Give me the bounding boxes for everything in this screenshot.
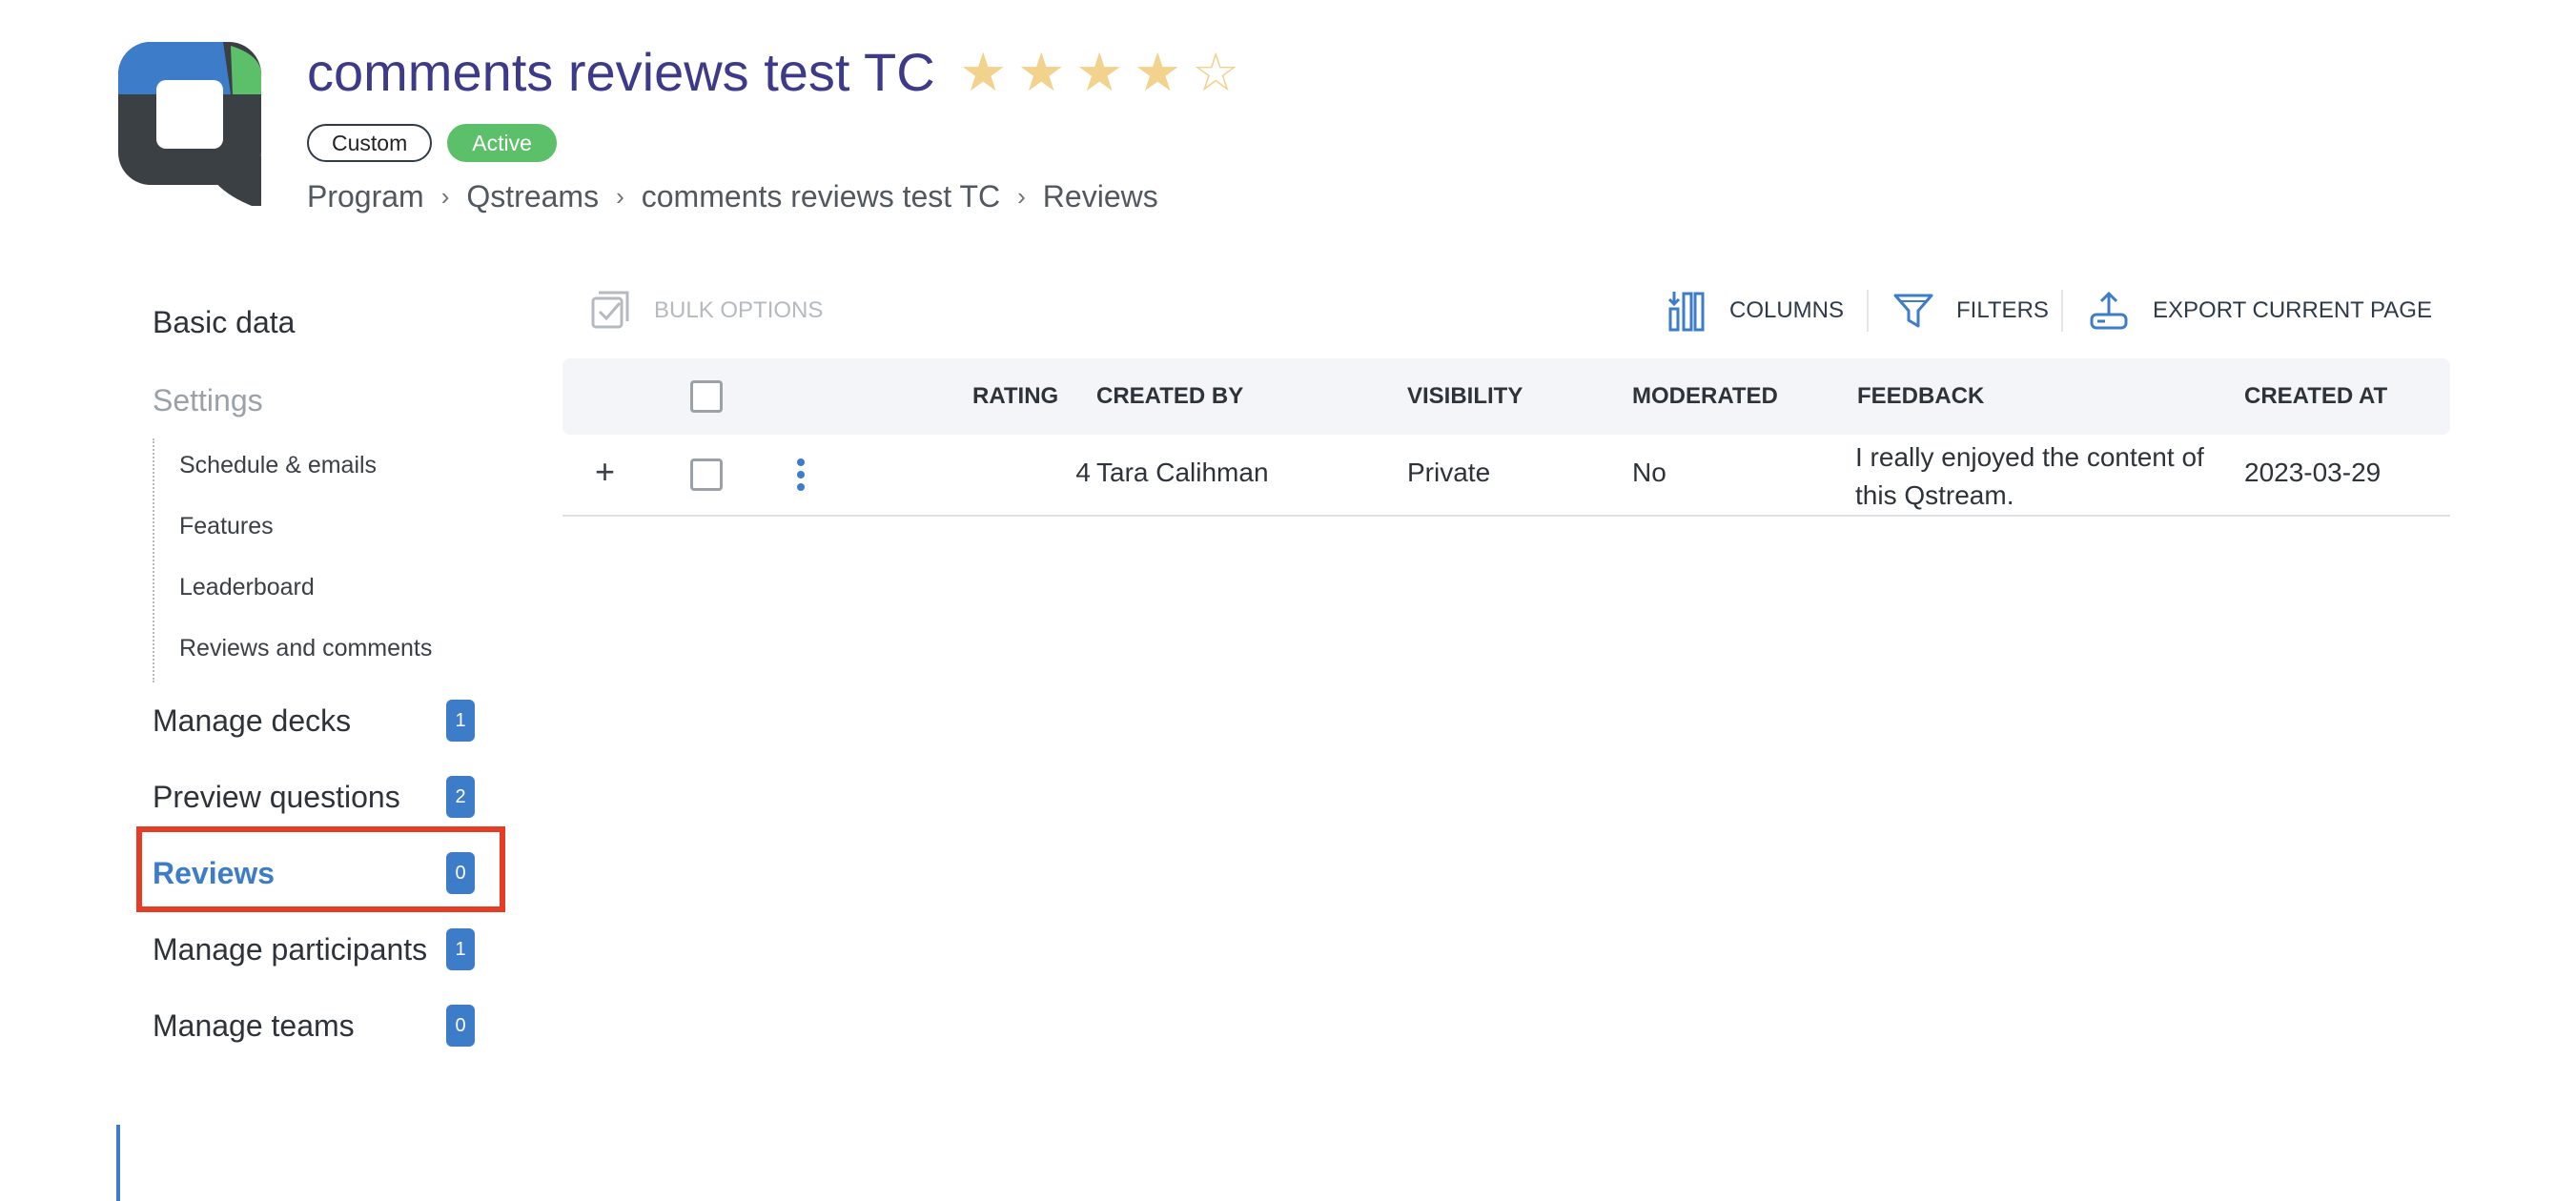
status-badges: Custom Active	[307, 124, 557, 162]
breadcrumb-qstreams[interactable]: Qstreams	[466, 179, 599, 214]
settings-submenu: Schedule & emails Features Leaderboard R…	[153, 438, 479, 682]
cell-moderated: No	[1632, 458, 1666, 487]
count-badge: 1	[446, 700, 475, 742]
toolbar-divider	[2061, 290, 2063, 332]
star-outline-icon: ☆	[1192, 42, 1240, 102]
cell-rating: 4	[1075, 458, 1091, 487]
column-header-created-by[interactable]: CREATED BY	[1096, 358, 1243, 435]
export-label: EXPORT CURRENT PAGE	[2153, 297, 2432, 323]
row-actions-icon[interactable]	[795, 458, 807, 492]
table-toolbar: BULK OPTIONS COLUMNS FILTERS EXPORT CURR…	[562, 282, 2469, 339]
sidebar-subitem-schedule-emails[interactable]: Schedule & emails	[179, 452, 377, 479]
count-badge: 1	[446, 928, 475, 970]
sidebar-subitem-features[interactable]: Features	[179, 513, 274, 540]
sidebar-subitem-leaderboard[interactable]: Leaderboard	[179, 574, 315, 601]
sidebar-item-preview-questions[interactable]: Preview questions 2	[118, 768, 480, 825]
sidebar-item-label: Preview questions	[153, 779, 400, 814]
breadcrumb-program[interactable]: Program	[307, 179, 424, 214]
select-all-checkbox[interactable]	[690, 380, 723, 413]
filters-button[interactable]: FILTERS	[1893, 282, 2049, 339]
star-icon: ★	[1017, 42, 1066, 102]
sidebar-subitem-reviews-comments[interactable]: Reviews and comments	[179, 635, 432, 662]
custom-badge: Custom	[307, 124, 433, 162]
bulk-check-icon	[591, 291, 629, 329]
sidebar-item-basic-data[interactable]: Basic data	[118, 294, 480, 351]
column-header-feedback[interactable]: FEEDBACK	[1857, 358, 1984, 435]
breadcrumb-qstream[interactable]: comments reviews test TC	[642, 179, 1000, 214]
toolbar-divider	[1867, 290, 1869, 332]
export-current-page-button[interactable]: EXPORT CURRENT PAGE	[2088, 282, 2432, 339]
breadcrumb-separator: ›	[440, 182, 450, 211]
sidebar-item-manage-participants[interactable]: Manage participants 1	[118, 921, 480, 978]
qstream-logo	[118, 42, 261, 206]
column-header-visibility[interactable]: VISIBILITY	[1407, 358, 1523, 435]
expand-row-button[interactable]: +	[595, 452, 615, 492]
breadcrumb-separator: ›	[616, 182, 624, 211]
active-indicator	[116, 1125, 120, 1201]
title-row: comments reviews test TC ★ ★ ★ ★ ☆	[307, 38, 1245, 107]
sidebar-item-manage-decks[interactable]: Manage decks 1	[118, 692, 480, 749]
rating-stars: ★ ★ ★ ★ ☆	[954, 38, 1245, 107]
page-title: comments reviews test TC	[307, 42, 935, 102]
sidebar-item-label: Manage participants	[153, 931, 428, 967]
filter-icon	[1893, 294, 1933, 328]
cell-feedback: I really enjoyed the content of this Qst…	[1855, 442, 2204, 510]
highlight-box	[136, 826, 505, 912]
column-header-created-at[interactable]: CREATED AT	[2244, 358, 2387, 435]
cell-created-at: 2023-03-29	[2244, 458, 2382, 487]
count-badge: 0	[446, 1005, 475, 1047]
star-icon: ★	[1134, 42, 1182, 102]
cell-visibility: Private	[1407, 458, 1491, 487]
bulk-options-label: BULK OPTIONS	[654, 297, 824, 323]
breadcrumb-separator: ›	[1017, 182, 1026, 211]
sidebar-item-label: Manage teams	[153, 1008, 355, 1043]
breadcrumb: Program › Qstreams › comments reviews te…	[307, 179, 1158, 214]
columns-button[interactable]: COLUMNS	[1668, 282, 1844, 339]
star-icon: ★	[959, 42, 1008, 102]
table-header: RATING CREATED BY VISIBILITY MODERATED F…	[562, 358, 2450, 435]
row-checkbox[interactable]	[690, 458, 723, 491]
cell-created-by: Tara Calihman	[1096, 458, 1269, 487]
sidebar-item-label: Manage decks	[153, 702, 352, 738]
breadcrumb-current: Reviews	[1042, 179, 1158, 214]
sidebar-item-manage-teams[interactable]: Manage teams 0	[118, 997, 480, 1054]
bulk-options-button[interactable]: BULK OPTIONS	[591, 282, 823, 339]
filters-label: FILTERS	[1956, 297, 2049, 323]
column-header-rating[interactable]: RATING	[972, 358, 1058, 435]
sidebar-item-label: Basic data	[153, 304, 296, 339]
star-icon: ★	[1075, 42, 1124, 102]
count-badge: 2	[446, 776, 475, 818]
columns-icon	[1668, 292, 1705, 332]
active-badge: Active	[447, 124, 557, 162]
column-header-moderated[interactable]: MODERATED	[1632, 358, 1778, 435]
columns-label: COLUMNS	[1729, 297, 1845, 323]
table-row: + 4 Tara Calihman Private No I really en…	[562, 435, 2450, 517]
sidebar-item-settings[interactable]: Settings	[118, 372, 480, 429]
sidebar-item-label: Settings	[153, 382, 263, 417]
export-icon	[2090, 291, 2128, 330]
